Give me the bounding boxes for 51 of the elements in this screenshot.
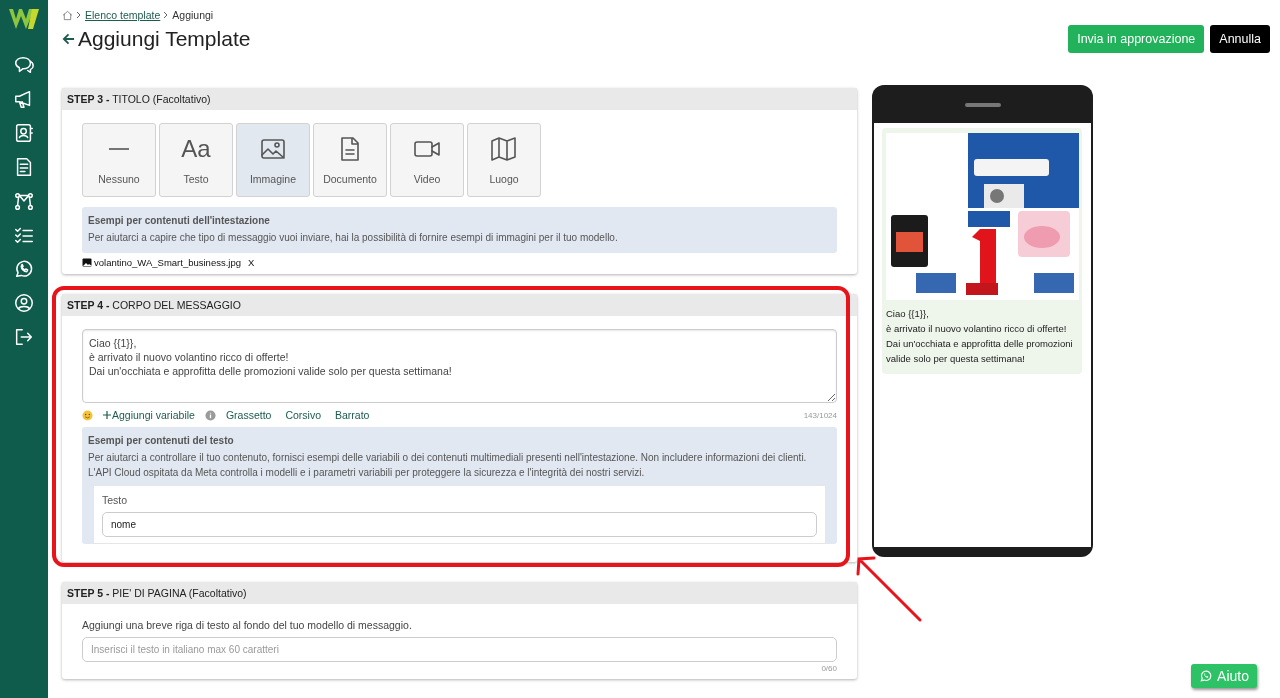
file-name: volantino_WA_Smart_business.jpg (94, 257, 241, 268)
info-text: Per aiutarci a capire che tipo di messaggio vuoi inviare, hai la possibilità di fornire esempi di immagini per il tuo modello. (88, 231, 619, 245)
breadcrumb-text: Aggiungi (172, 9, 214, 21)
flow-icon[interactable] (13, 190, 35, 212)
step-title: STEP 4 - CORPO DEL MESSAGGIO (67, 299, 241, 311)
whatsapp-icon[interactable] (13, 258, 35, 280)
plus-icon (103, 411, 111, 419)
chat-icon[interactable] (13, 54, 35, 76)
info-icon[interactable] (204, 409, 216, 421)
format-button[interactable]: Barrato (331, 409, 374, 421)
header-type-option[interactable]: Video (390, 123, 464, 197)
emoji-icon[interactable] (82, 409, 93, 421)
annotation-arrow (854, 554, 924, 624)
header-type-option[interactable]: Aa Testo (159, 123, 233, 197)
header-type-option[interactable]: Luogo (467, 123, 541, 197)
user-icon[interactable] (13, 292, 35, 314)
format-button[interactable]: Grassetto (221, 409, 276, 421)
logout-icon[interactable] (13, 326, 35, 348)
back-arrow-icon[interactable] (62, 32, 75, 46)
format-button[interactable]: Corsivo (281, 409, 325, 421)
message-preview-text: Ciao {{1}}, è arrivato il nuovo volantino ricco di offerte! Dai un'occhiata e approfitta delle promozioni valide solo per questa settimana! (886, 307, 1074, 366)
breadcrumb-link[interactable]: Elenco template (85, 9, 161, 21)
info-title: Esempi per contenuti del testo (88, 435, 235, 446)
field-label: Testo (102, 494, 129, 506)
image-file-icon (82, 258, 92, 267)
character-counter: 0/60 (820, 664, 837, 673)
page-title: Aggiungi Template (78, 27, 251, 51)
chevron-icon (163, 11, 170, 19)
cancel-button[interactable]: Annulla (1210, 25, 1270, 53)
chevron-icon (76, 11, 82, 19)
logo-icon[interactable] (7, 6, 41, 32)
contacts-icon[interactable] (13, 122, 35, 144)
map-icon (490, 135, 518, 163)
character-counter: 143/1024 (803, 410, 837, 420)
info-text: Per aiutarci a controllare il tuo contenuto, fornisci esempi delle variabili o dei contenuti multimediali presenti nell'intestazione. Non includere informazioni dei clienti. L'API Cloud ospitata da Meta controlla i modelli e i parametri variabili per proteggere la sicurezza e l'integrità dei nostri servizi. (88, 451, 808, 480)
home-icon[interactable] (62, 9, 73, 21)
add-variable-button[interactable]: Aggiungi variabile (99, 409, 199, 421)
info-title: Esempi per contenuti dell'intestazione (88, 215, 271, 226)
header-type-option[interactable]: Nessuno (82, 123, 156, 197)
header-type-option[interactable]: Immagine (236, 123, 310, 197)
text-type-icon: Aa (181, 135, 211, 163)
step-title: STEP 5 - PIE' DI PAGINA (Facoltativo) (67, 587, 247, 599)
header-type-option[interactable]: Documento (313, 123, 387, 197)
whatsapp-icon (1199, 669, 1214, 683)
step-title: STEP 3 - TITOLO (Facoltativo) (67, 93, 211, 105)
dash-icon (109, 148, 129, 150)
footer-field[interactable]: Inserisci il testo in italiano max 60 caratteri (82, 637, 837, 662)
remove-file-button[interactable]: X (243, 257, 255, 268)
message-body-field[interactable]: Ciao {{1}}, è arrivato il nuovo volantino ricco di offerte! Dai un'occhiata e approfitta delle promozioni valide solo per questa settimana! (82, 329, 837, 403)
variable-field[interactable]: nome (102, 512, 817, 537)
hint-text: Aggiungi una breve riga di testo al fondo del tuo modello di messaggio. (82, 619, 413, 631)
